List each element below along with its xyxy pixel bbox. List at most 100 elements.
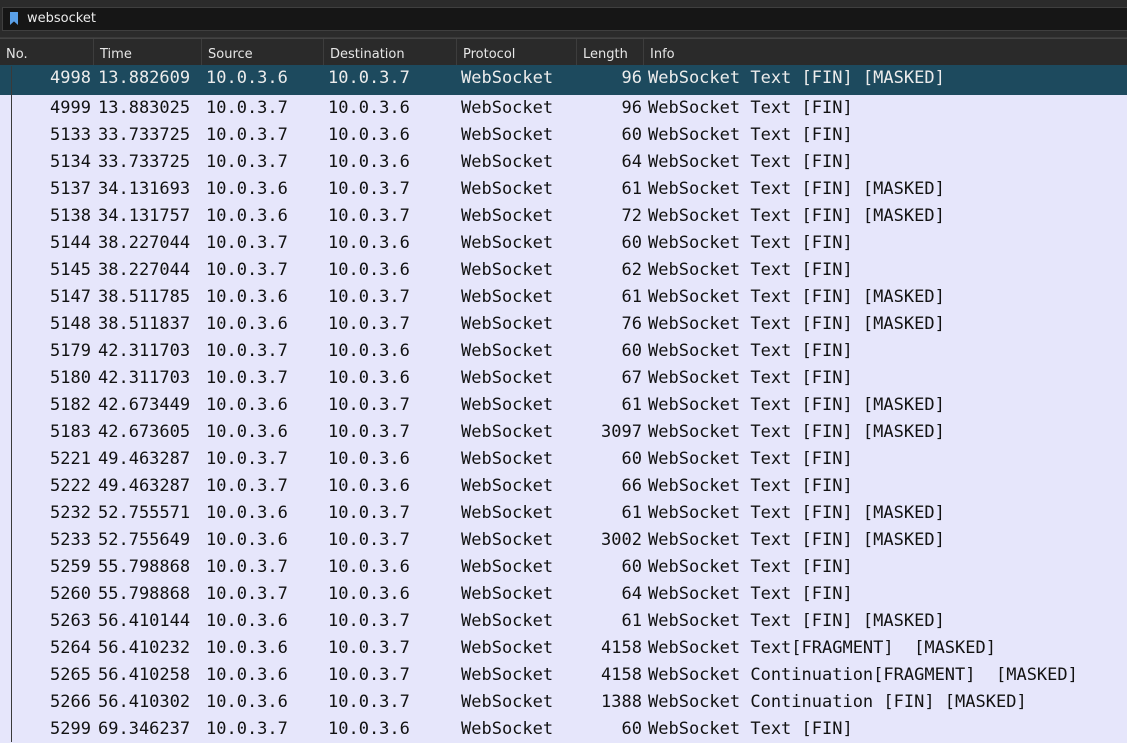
packet-row[interactable]: 5260 55.798868 10.0.3.7 10.0.3.6 WebSocket 64… [0,581,1127,608]
packet-destination: 10.0.3.7 [328,692,410,712]
packet-length: 66 [621,476,642,496]
packet-length: 60 [621,341,642,361]
packet-info: WebSocket Text [FIN] [MASKED] [648,530,945,550]
packet-destination: 10.0.3.6 [328,98,410,118]
packet-length: 4158 [601,665,642,685]
packet-source: 10.0.3.7 [206,557,288,577]
packet-row[interactable]: 4999 13.883025 10.0.3.7 10.0.3.6 WebSocket 96… [0,95,1127,122]
packet-length: 60 [621,557,642,577]
packet-row[interactable]: 5180 42.311703 10.0.3.7 10.0.3.6 WebSocket 67… [0,365,1127,392]
packet-row[interactable]: 5148 38.511837 10.0.3.6 10.0.3.7 WebSocket 76… [0,311,1127,338]
packet-source: 10.0.3.6 [206,68,288,88]
packet-row[interactable]: 5179 42.311703 10.0.3.7 10.0.3.6 WebSocket 60… [0,338,1127,365]
packet-row[interactable]: 5145 38.227044 10.0.3.7 10.0.3.6 WebSocket 62… [0,257,1127,284]
packet-row[interactable]: 5233 52.755649 10.0.3.6 10.0.3.7 WebSocket 30… [0,527,1127,554]
packet-row[interactable]: 5266 56.410302 10.0.3.6 10.0.3.7 WebSocket 13… [0,689,1127,716]
packet-no: 5180 [50,368,91,388]
packet-row[interactable]: 5182 42.673449 10.0.3.6 10.0.3.7 WebSocket 61… [0,392,1127,419]
packet-no: 5145 [50,260,91,280]
packet-no: 5264 [50,638,91,658]
packet-row[interactable]: 5138 34.131757 10.0.3.6 10.0.3.7 WebSocket 72… [0,203,1127,230]
packet-destination: 10.0.3.7 [328,611,410,631]
packet-no: 5148 [50,314,91,334]
packet-destination: 10.0.3.6 [328,719,410,739]
packet-length: 61 [621,611,642,631]
packet-row[interactable]: 5133 33.733725 10.0.3.7 10.0.3.6 WebSocket 60… [0,122,1127,149]
packet-time: 55.798868 [98,557,191,577]
packet-row[interactable]: 5264 56.410232 10.0.3.6 10.0.3.7 WebSocket 41… [0,635,1127,662]
packet-length: 4158 [601,638,642,658]
packet-row[interactable]: 5299 69.346237 10.0.3.7 10.0.3.6 WebSocket 60… [0,716,1127,743]
packet-source: 10.0.3.7 [206,584,288,604]
packet-info: WebSocket Text [FIN] [648,152,853,172]
column-header-protocol[interactable]: Protocol [457,39,577,65]
column-header-length[interactable]: Length [577,39,644,65]
packet-row[interactable]: 5222 49.463287 10.0.3.7 10.0.3.6 WebSocket 66… [0,473,1127,500]
packet-protocol: WebSocket [461,611,554,631]
column-header-source[interactable]: Source [202,39,324,65]
packet-protocol: WebSocket [461,503,554,523]
packet-no: 5222 [50,476,91,496]
packet-no: 5260 [50,584,91,604]
packet-info: WebSocket Text [FIN] [648,233,853,253]
packet-no: 5233 [50,530,91,550]
packet-source: 10.0.3.7 [206,233,288,253]
packet-protocol: WebSocket [461,314,554,334]
packet-info: WebSocket Text[FRAGMENT] [MASKED] [648,638,996,658]
column-header-time[interactable]: Time [94,39,202,65]
packet-time: 56.410144 [98,611,191,631]
packet-protocol: WebSocket [461,260,554,280]
packet-time: 52.755649 [98,530,191,550]
packet-row[interactable]: 5265 56.410258 10.0.3.6 10.0.3.7 WebSocket 41… [0,662,1127,689]
packet-protocol: WebSocket [461,206,554,226]
packet-time: 56.410232 [98,638,191,658]
packet-row[interactable]: 5137 34.131693 10.0.3.6 10.0.3.7 WebSocket 61… [0,176,1127,203]
column-header-no[interactable]: No. [0,39,94,65]
column-header-destination[interactable]: Destination [324,39,457,65]
packet-row[interactable]: 5232 52.755571 10.0.3.6 10.0.3.7 WebSocket 61… [0,500,1127,527]
packet-row[interactable]: 5221 49.463287 10.0.3.7 10.0.3.6 WebSocket 60… [0,446,1127,473]
packet-row[interactable]: 5263 56.410144 10.0.3.6 10.0.3.7 WebSocket 61… [0,608,1127,635]
packet-time: 49.463287 [98,476,191,496]
packet-time: 34.131757 [98,206,191,226]
packet-no: 5266 [50,692,91,712]
packet-destination: 10.0.3.6 [328,368,410,388]
packet-protocol: WebSocket [461,476,554,496]
packet-info: WebSocket Text [FIN] [648,341,853,361]
packet-destination: 10.0.3.6 [328,341,410,361]
packet-no: 5138 [50,206,91,226]
packet-protocol: WebSocket [461,395,554,415]
packet-no: 5265 [50,665,91,685]
packet-row[interactable]: 5259 55.798868 10.0.3.7 10.0.3.6 WebSocket 60… [0,554,1127,581]
packet-destination: 10.0.3.7 [328,68,410,88]
packet-length: 61 [621,287,642,307]
packet-info: WebSocket Text [FIN] [648,449,853,469]
packet-source: 10.0.3.7 [206,476,288,496]
packet-protocol: WebSocket [461,368,554,388]
packet-time: 52.755571 [98,503,191,523]
packet-protocol: WebSocket [461,68,554,88]
bookmark-icon[interactable] [10,12,18,25]
packet-time: 42.673449 [98,395,191,415]
packet-source: 10.0.3.7 [206,449,288,469]
packet-no: 5221 [50,449,91,469]
packet-source: 10.0.3.6 [206,530,288,550]
packet-info: WebSocket Text [FIN] [648,125,853,145]
packet-info: WebSocket Text [FIN] [MASKED] [648,206,945,226]
packet-row[interactable]: 4998 13.882609 10.0.3.6 10.0.3.7 WebSocket 96… [0,65,1127,95]
packet-source: 10.0.3.6 [206,503,288,523]
packet-destination: 10.0.3.7 [328,503,410,523]
display-filter-input[interactable]: websocket [2,7,1127,31]
packet-row[interactable]: 5147 38.511785 10.0.3.6 10.0.3.7 WebSocket 61… [0,284,1127,311]
packet-length: 62 [621,260,642,280]
packet-time: 38.511785 [98,287,191,307]
column-header-info[interactable]: Info [644,39,1127,65]
packet-info: WebSocket Continuation [FIN] [MASKED] [648,692,1027,712]
packet-destination: 10.0.3.6 [328,125,410,145]
packet-no: 5144 [50,233,91,253]
packet-row[interactable]: 5183 42.673605 10.0.3.6 10.0.3.7 WebSocket 30… [0,419,1127,446]
packet-row[interactable]: 5144 38.227044 10.0.3.7 10.0.3.6 WebSocket 60… [0,230,1127,257]
packet-row[interactable]: 5134 33.733725 10.0.3.7 10.0.3.6 WebSocket 64… [0,149,1127,176]
packet-time: 42.311703 [98,341,191,361]
packet-destination: 10.0.3.7 [328,530,410,550]
